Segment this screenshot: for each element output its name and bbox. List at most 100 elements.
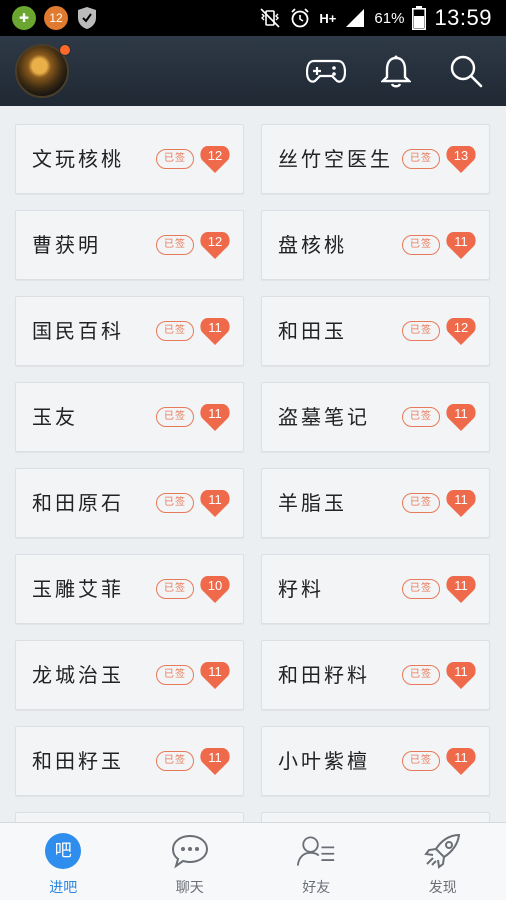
level-badge: 12: [200, 143, 230, 175]
level-number: 11: [454, 406, 468, 421]
battery-percentage: 61%: [374, 9, 405, 27]
forum-name: 国民百科: [32, 319, 124, 343]
level-badge: 11: [200, 745, 230, 777]
app-header: [0, 36, 506, 106]
enter-bar-icon: 吧: [43, 831, 83, 871]
forum-card[interactable]: 小叶紫檀 已签 11: [261, 726, 490, 796]
forum-card[interactable]: 曹获明 已签 12: [15, 210, 244, 280]
tab-enter-bar[interactable]: 吧 进吧: [0, 823, 127, 900]
battery-icon: [412, 6, 427, 30]
forum-name: 玉雕艾菲: [32, 577, 124, 601]
level-number: 11: [208, 406, 222, 421]
bell-icon[interactable]: [376, 51, 416, 91]
vibrate-mute-icon: [260, 8, 280, 28]
bottom-tab-bar: 吧 进吧 聊天 好友 发现: [0, 822, 506, 900]
forum-card[interactable]: 玉友 已签 11: [15, 382, 244, 452]
forum-card[interactable]: 和田籽玉 已签 11: [15, 726, 244, 796]
level-badge: 12: [200, 229, 230, 261]
forum-name: 曹获明: [32, 233, 101, 257]
signed-in-stamp-icon: 已签: [402, 665, 440, 685]
forum-card[interactable]: 盗墓笔记 已签 11: [261, 382, 490, 452]
forum-card[interactable]: 籽料 已签 11: [261, 554, 490, 624]
forum-name: 小叶紫檀: [278, 749, 370, 773]
signed-in-stamp-icon: 已签: [156, 407, 194, 427]
friends-icon: [296, 831, 336, 871]
forum-name: 和田原石: [32, 491, 124, 515]
gamepad-icon[interactable]: [306, 51, 346, 91]
signed-in-stamp-icon: 已签: [402, 493, 440, 513]
forum-name: 盘核桃: [278, 233, 347, 257]
forum-name: 文玩核桃: [32, 147, 124, 171]
alarm-clock-icon: [291, 8, 310, 28]
level-badge: 11: [200, 315, 230, 347]
signed-in-stamp-icon: 已签: [402, 235, 440, 255]
search-icon[interactable]: [446, 51, 486, 91]
forum-card[interactable]: 羊脂玉 已签 11: [261, 468, 490, 538]
level-number: 11: [208, 492, 222, 507]
signed-in-stamp-icon: 已签: [402, 579, 440, 599]
level-badge: 11: [200, 659, 230, 691]
level-badge: 13: [446, 143, 476, 175]
forum-name: 和田籽料: [278, 663, 370, 687]
shield-icon: [78, 7, 96, 29]
signed-in-stamp-icon: 已签: [156, 321, 194, 341]
forum-card-partial[interactable]: [261, 812, 490, 822]
level-number: 11: [454, 750, 468, 765]
level-badge: 11: [446, 745, 476, 777]
unread-dot: [59, 44, 71, 56]
level-number: 10: [207, 578, 223, 593]
level-badge: 10: [200, 573, 230, 605]
signed-in-stamp-icon: 已签: [156, 579, 194, 599]
tab-chat[interactable]: 聊天: [127, 823, 254, 900]
avatar-button[interactable]: [15, 44, 71, 98]
signed-in-stamp-icon: 已签: [402, 751, 440, 771]
forum-card[interactable]: 丝竹空医生 已签 13: [261, 124, 490, 194]
forum-card-partial[interactable]: [15, 812, 244, 822]
forum-card[interactable]: 和田原石 已签 11: [15, 468, 244, 538]
status-bar: ✚ 12 H+ 61% 13:59: [0, 0, 506, 36]
signed-in-stamp-icon: 已签: [156, 493, 194, 513]
forum-card[interactable]: 和田玉 已签 12: [261, 296, 490, 366]
signed-in-stamp-icon: 已签: [156, 149, 194, 169]
forum-name: 羊脂玉: [278, 491, 347, 515]
signed-in-stamp-icon: 已签: [156, 751, 194, 771]
level-number: 12: [207, 234, 223, 249]
tab-friends[interactable]: 好友: [253, 823, 380, 900]
signed-in-stamp-icon: 已签: [402, 321, 440, 341]
level-badge: 11: [446, 573, 476, 605]
forum-card[interactable]: 和田籽料 已签 11: [261, 640, 490, 710]
rocket-icon: [423, 831, 463, 871]
tab-label: 发现: [428, 880, 457, 896]
level-number: 11: [454, 664, 468, 679]
forum-card[interactable]: 盘核桃 已签 11: [261, 210, 490, 280]
tab-label: 进吧: [49, 880, 78, 896]
forum-name: 丝竹空医生: [278, 147, 393, 171]
signed-in-stamp-icon: 已签: [156, 665, 194, 685]
level-badge: 12: [446, 315, 476, 347]
level-number: 11: [208, 750, 222, 765]
level-number: 11: [454, 578, 468, 593]
forum-name: 玉友: [32, 405, 78, 429]
level-badge: 11: [446, 401, 476, 433]
level-badge: 11: [200, 401, 230, 433]
clock-time: 13:59: [434, 5, 492, 30]
forum-card[interactable]: 文玩核桃 已签 12: [15, 124, 244, 194]
level-number: 11: [454, 492, 468, 507]
chat-bubble-icon: [170, 831, 210, 871]
level-badge: 11: [446, 659, 476, 691]
network-type-label: H+: [319, 10, 337, 26]
notification-count-badge: 12: [44, 6, 68, 30]
signed-in-stamp-icon: 已签: [402, 407, 440, 427]
signed-in-stamp-icon: 已签: [402, 149, 440, 169]
forum-name: 籽料: [278, 577, 324, 601]
forum-card[interactable]: 玉雕艾菲 已签 10: [15, 554, 244, 624]
forum-name: 龙城治玉: [32, 663, 124, 687]
forum-name: 和田玉: [278, 319, 347, 343]
tab-discover[interactable]: 发现: [380, 823, 506, 900]
level-badge: 11: [200, 487, 230, 519]
level-number: 12: [207, 148, 223, 163]
signed-in-stamp-icon: 已签: [156, 235, 194, 255]
signal-icon: [346, 9, 365, 27]
forum-card[interactable]: 国民百科 已签 11: [15, 296, 244, 366]
forum-card[interactable]: 龙城治玉 已签 11: [15, 640, 244, 710]
